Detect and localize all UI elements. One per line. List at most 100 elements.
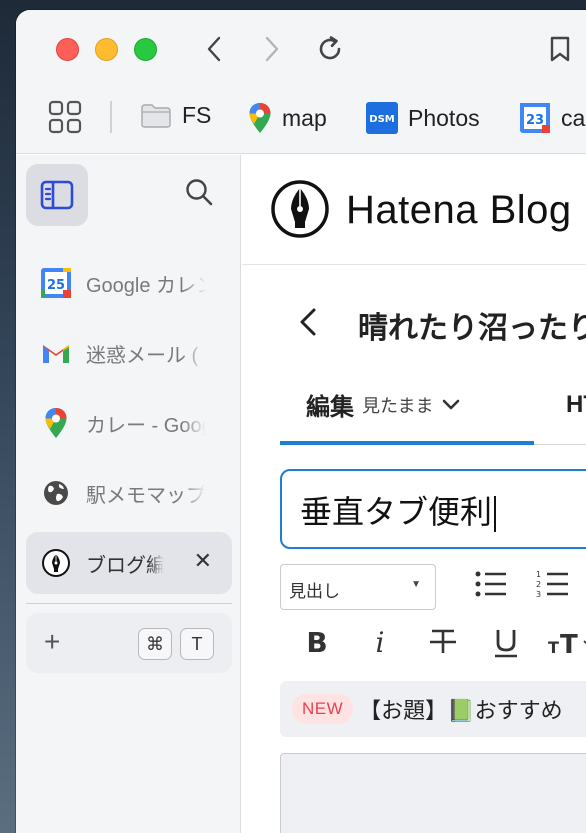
shortcut-key-t: T xyxy=(180,628,214,660)
sidebar-divider xyxy=(26,603,232,604)
tab-title: ブログ編集 xyxy=(86,554,164,577)
bookmark-calendar[interactable]: 23 ca xyxy=(519,102,585,134)
bookmarks-divider xyxy=(110,101,112,133)
minimize-window-button[interactable] xyxy=(95,38,118,61)
sidebar-tab-blog-edit[interactable]: ブログ編集 ✕ xyxy=(26,532,232,594)
bookmark-label: FS xyxy=(182,102,212,128)
reload-button[interactable] xyxy=(314,32,346,66)
editor-body[interactable] xyxy=(280,753,586,833)
bookmark-label: map xyxy=(282,104,327,131)
svg-text:B: B xyxy=(306,627,327,657)
blog-title: 晴れたり沼ったり xyxy=(358,312,586,345)
search-icon xyxy=(186,179,213,206)
google-calendar-icon: 25 xyxy=(40,267,72,299)
plus-icon: + xyxy=(44,626,61,657)
vertical-tabs-sidebar: 25 Google カレンダー 迷惑メール ( カレー - Google マップ… xyxy=(16,155,241,833)
bookmark-icon xyxy=(550,36,570,62)
text-caret xyxy=(494,496,497,532)
sidebar-tab-google-maps[interactable]: カレー - Google マップ xyxy=(26,392,232,454)
folder-icon xyxy=(141,103,171,128)
svg-text:23: 23 xyxy=(526,113,544,128)
bold-button[interactable]: B xyxy=(304,627,330,657)
apps-grid-icon[interactable] xyxy=(48,100,82,139)
shortcut-key-cmd: ⌘ xyxy=(138,628,172,660)
hatena-logo-icon[interactable] xyxy=(270,179,330,244)
chevron-right-icon xyxy=(265,36,279,62)
site-brand[interactable]: Hatena Blog xyxy=(346,188,572,233)
google-calendar-icon: 23 xyxy=(520,103,550,133)
strikethrough-icon xyxy=(430,629,456,653)
reload-icon xyxy=(319,36,341,60)
sidebar-tab-eki-memo-map[interactable]: 駅メモマップ xyxy=(26,462,232,524)
zoom-window-button[interactable] xyxy=(134,38,157,61)
dsm-photos-icon: DSM xyxy=(366,102,398,134)
active-tab-indicator xyxy=(280,441,534,445)
bookmark-label: Photos xyxy=(408,104,480,131)
new-tab-button[interactable]: + ⌘ T xyxy=(26,613,232,673)
back-button[interactable] xyxy=(198,32,230,66)
bullet-list-icon xyxy=(475,571,506,597)
font-size-button[interactable]: TT xyxy=(548,627,586,657)
globe-icon xyxy=(40,477,72,509)
announcement-text: 【お題】📗おすすめ xyxy=(359,698,563,723)
underline-button[interactable] xyxy=(492,627,520,659)
svg-text:i: i xyxy=(376,627,385,657)
strikethrough-button[interactable] xyxy=(428,627,458,657)
bookmark-label: ca xyxy=(561,104,586,131)
chevron-left-icon xyxy=(300,308,316,336)
entry-title-value: 垂直タブ便利 xyxy=(300,493,493,531)
heading-select-value: 見出し xyxy=(289,582,340,601)
svg-text:25: 25 xyxy=(47,278,65,293)
hatena-pen-icon xyxy=(40,547,72,579)
sidebar-tab-google-calendar[interactable]: 25 Google カレンダー xyxy=(26,252,232,314)
numbered-list-icon: 123 xyxy=(536,570,568,599)
new-badge: NEW xyxy=(292,694,354,724)
browser-window: FS map DSM Photos 23 ca 25 Google カレ 迷惑メ… xyxy=(16,10,586,833)
sidebar-tab-gmail[interactable]: 迷惑メール ( xyxy=(26,322,232,384)
google-maps-icon xyxy=(40,407,72,439)
close-window-button[interactable] xyxy=(56,38,79,61)
site-header: Hatena Blog xyxy=(242,155,586,265)
select-arrow-icon: ▼ xyxy=(411,579,421,590)
tab-title: 駅メモマップ xyxy=(86,484,206,507)
forward-button[interactable] xyxy=(256,32,288,66)
web-content: Hatena Blog 晴れたり沼ったり 編集 見たまま HTML 垂直タブ便利… xyxy=(242,155,586,833)
search-tabs-button[interactable] xyxy=(184,177,214,212)
underline-icon xyxy=(495,630,517,658)
announcement-bar[interactable]: NEW 【お題】📗おすすめ xyxy=(280,681,586,737)
numbered-list-button[interactable]: 123 xyxy=(536,569,570,599)
bold-icon: B xyxy=(306,627,327,657)
bookmark-fs[interactable]: FS xyxy=(140,102,211,129)
gmail-icon xyxy=(40,337,72,369)
chevron-left-icon xyxy=(207,36,221,62)
tab-edit-wysiwyg[interactable]: 編集 見たまま xyxy=(306,387,461,422)
bookmark-map[interactable]: map xyxy=(248,102,327,134)
svg-text:T: T xyxy=(548,638,559,657)
google-maps-icon xyxy=(249,103,271,133)
bullet-list-button[interactable] xyxy=(474,569,508,599)
italic-icon: i xyxy=(376,627,385,657)
tab-html[interactable]: HTML xyxy=(566,391,586,419)
svg-text:DSM: DSM xyxy=(369,114,395,125)
tab-title: 迷惑メール ( xyxy=(86,344,199,367)
sidebar-toggle-button[interactable] xyxy=(26,164,88,226)
svg-text:T: T xyxy=(560,630,578,657)
bookmark-photos[interactable]: DSM Photos xyxy=(366,102,480,134)
edit-tab-label: 編集 xyxy=(306,394,354,421)
close-tab-button[interactable]: ✕ xyxy=(194,548,212,574)
entry-title-input[interactable]: 垂直タブ便利 xyxy=(280,469,586,549)
text-size-icon: TT xyxy=(548,630,586,657)
tab-title: カレー - Google マップ xyxy=(86,414,206,437)
svg-text:1: 1 xyxy=(536,570,541,579)
bookmark-button[interactable] xyxy=(544,32,576,66)
tab-title: Google カレンダー xyxy=(86,274,206,297)
italic-button[interactable]: i xyxy=(370,627,390,657)
back-to-blog-button[interactable] xyxy=(298,307,318,342)
svg-text:2: 2 xyxy=(536,580,541,589)
heading-select[interactable]: 見出し ▼ xyxy=(280,564,436,610)
svg-text:3: 3 xyxy=(536,590,541,599)
chevron-down-icon xyxy=(443,399,460,409)
edit-mode-label: 見たまま xyxy=(362,395,434,416)
sidebar-icon xyxy=(40,180,74,210)
title-bar: FS map DSM Photos 23 ca xyxy=(16,10,586,154)
